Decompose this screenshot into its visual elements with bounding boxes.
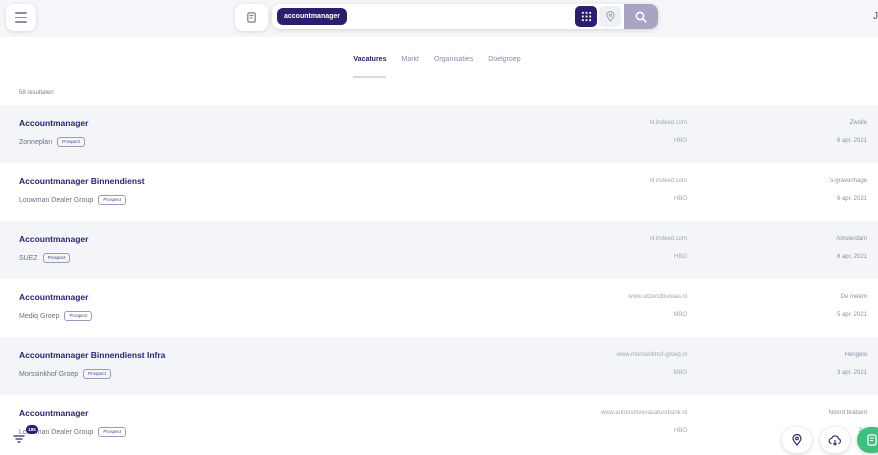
menu-button[interactable] bbox=[6, 4, 36, 31]
cloud-download-icon bbox=[828, 434, 841, 446]
status-badge: Prospect bbox=[57, 137, 85, 147]
list-item[interactable]: Accountmanager Binnendienst Louwman Deal… bbox=[0, 163, 878, 221]
export-button[interactable] bbox=[857, 427, 878, 453]
job-city: Zwolle bbox=[849, 120, 867, 126]
filter-icon bbox=[13, 435, 25, 443]
search-bar[interactable]: accountmanager bbox=[272, 4, 658, 29]
company-line: Louwman Dealer Group Prospect bbox=[19, 195, 127, 205]
hamburger-icon bbox=[15, 12, 27, 14]
list-item[interactable]: Accountmanager Louwman Dealer Group Pros… bbox=[0, 395, 878, 453]
job-city: Noord brabant bbox=[828, 410, 867, 416]
tab-vacatures[interactable]: Vacatures bbox=[353, 56, 387, 78]
company-line: Zonneplan Prospect bbox=[19, 137, 85, 147]
company-name: Louwman Dealer Group bbox=[19, 196, 94, 204]
search-button[interactable] bbox=[624, 4, 658, 29]
download-button[interactable] bbox=[820, 427, 850, 453]
location-button[interactable] bbox=[599, 6, 621, 27]
education-level: HBO bbox=[673, 428, 687, 434]
tab-doelgroep[interactable]: Doelgroep bbox=[488, 56, 520, 63]
status-badge: Prospect bbox=[83, 369, 111, 379]
job-source: nl.indeed.com bbox=[649, 178, 687, 184]
filter-count-badge: 185 bbox=[26, 425, 38, 434]
education-level: MBO bbox=[673, 312, 687, 318]
job-city: Hengelo bbox=[844, 352, 867, 358]
job-city: De meern bbox=[840, 294, 867, 300]
job-date: 3 apr. 2021 bbox=[836, 370, 867, 376]
company-line: SUEZ Prospect bbox=[19, 253, 71, 263]
filter-button[interactable] bbox=[9, 430, 29, 448]
company-line: Mediq Groep Prospect bbox=[19, 311, 93, 321]
tab-organisaties[interactable]: Organisaties bbox=[434, 56, 473, 63]
job-source: nl.indeed.com bbox=[649, 236, 687, 242]
map-button[interactable] bbox=[782, 427, 812, 453]
job-source: www.automotivevacaturebank.nl bbox=[600, 410, 687, 416]
search-chip[interactable]: accountmanager bbox=[277, 8, 348, 25]
profile-initial[interactable]: J bbox=[873, 11, 878, 22]
education-level: HBO bbox=[673, 254, 687, 260]
document-icon bbox=[867, 434, 877, 446]
job-title[interactable]: Accountmanager bbox=[19, 292, 88, 302]
education-level: MBO bbox=[673, 370, 687, 376]
status-badge: Prospect bbox=[64, 311, 93, 321]
list-item[interactable]: Accountmanager SUEZ Prospect nl.indeed.c… bbox=[0, 221, 878, 279]
search-icon bbox=[635, 11, 647, 23]
company-name: Mediq Groep bbox=[19, 312, 60, 320]
grid-icon bbox=[581, 11, 591, 22]
top-bar: accountmanager J bbox=[0, 0, 878, 37]
document-button[interactable] bbox=[235, 4, 268, 31]
job-title[interactable]: Accountmanager Binnendienst bbox=[19, 176, 145, 186]
location-pin-icon bbox=[605, 11, 615, 22]
education-level: HBO bbox=[673, 196, 687, 202]
job-title[interactable]: Accountmanager Binnendienst Infra bbox=[19, 350, 165, 360]
status-badge: Prospect bbox=[98, 195, 127, 205]
job-city: 's-gravenhage bbox=[829, 178, 867, 184]
results-count: 58 resultaten bbox=[19, 90, 54, 96]
map-pin-icon bbox=[792, 434, 802, 446]
company-name: Zonneplan bbox=[19, 138, 53, 146]
company-line: Morssinkhof Groep Prospect bbox=[19, 369, 111, 379]
company-name: Morssinkhof Groep bbox=[19, 370, 79, 378]
job-title[interactable]: Accountmanager bbox=[19, 118, 88, 128]
company-name: SUEZ bbox=[19, 254, 38, 262]
job-source: www.uitzendbureau.nl bbox=[628, 294, 687, 300]
job-city: Amsterdam bbox=[836, 236, 867, 242]
job-date: 6 apr. 2021 bbox=[836, 138, 867, 144]
list-item[interactable]: Accountmanager Mediq Groep Prospect www.… bbox=[0, 279, 878, 337]
status-badge: Prospect bbox=[42, 253, 71, 263]
filter-grid-button[interactable] bbox=[575, 6, 597, 27]
job-source: nl.indeed.com bbox=[649, 120, 687, 126]
status-badge: Prospect bbox=[98, 427, 127, 437]
tabs-bar: Vacatures Markt Organisaties Doelgroep bbox=[0, 56, 878, 78]
document-icon bbox=[247, 12, 256, 23]
job-title[interactable]: Accountmanager bbox=[19, 234, 88, 244]
job-list: Accountmanager Zonneplan Prospect nl.ind… bbox=[0, 105, 878, 453]
list-item[interactable]: Accountmanager Zonneplan Prospect nl.ind… bbox=[0, 105, 878, 163]
list-item[interactable]: Accountmanager Binnendienst Infra Morssi… bbox=[0, 337, 878, 395]
job-date: 6 apr. 2021 bbox=[836, 196, 867, 202]
job-date: 5 apr. 2021 bbox=[836, 312, 867, 318]
job-source: www.morssinkhof-groep.nl bbox=[616, 352, 687, 358]
job-title[interactable]: Accountmanager bbox=[19, 408, 88, 418]
job-date: 6 apr. 2021 bbox=[836, 254, 867, 260]
education-level: HBO bbox=[673, 138, 687, 144]
tab-markt[interactable]: Markt bbox=[401, 56, 419, 63]
